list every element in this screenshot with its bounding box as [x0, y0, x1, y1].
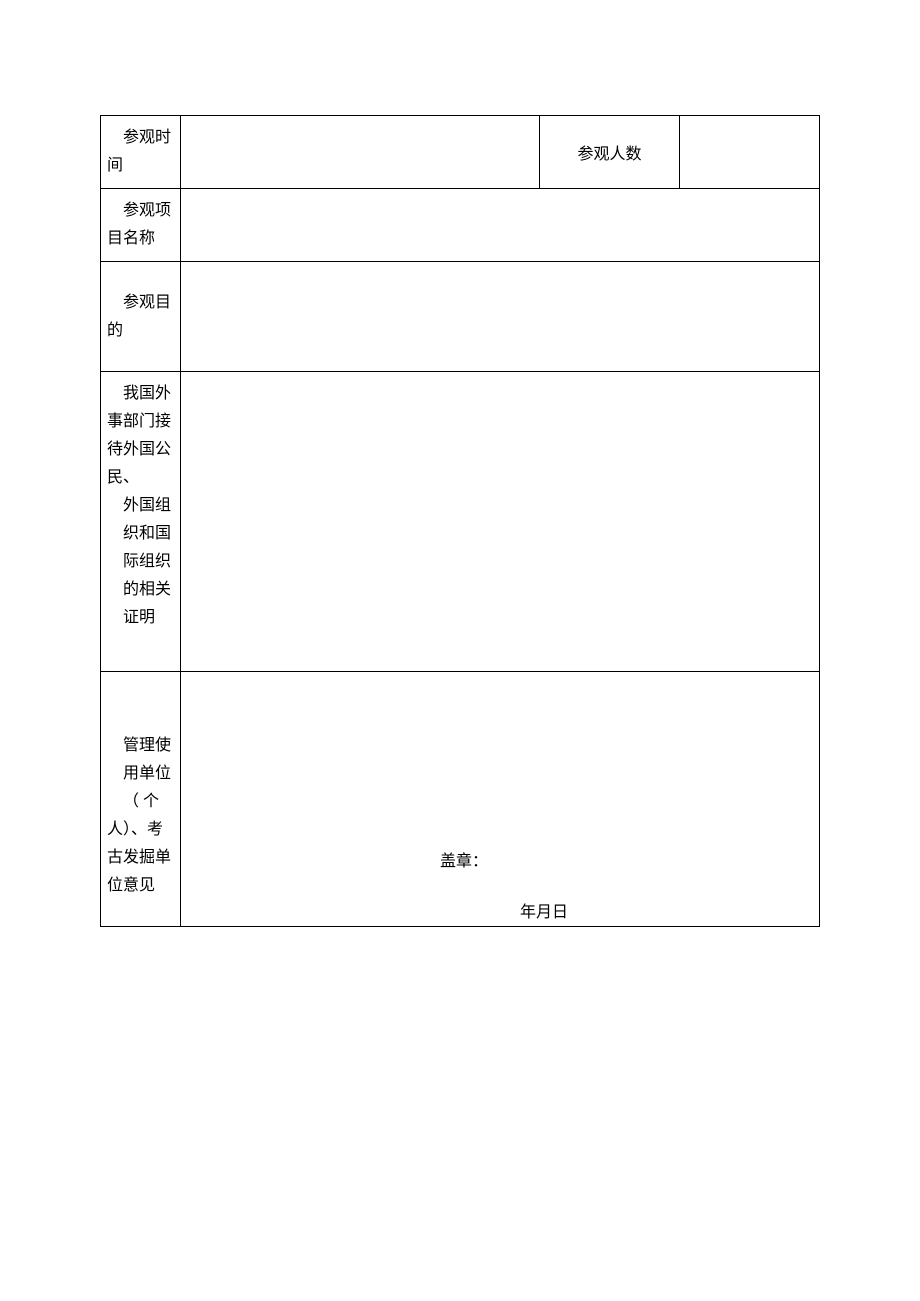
date-label: 年月日 — [520, 898, 568, 922]
label-text: 管理使 — [107, 732, 174, 760]
label-text: 民、 — [107, 464, 174, 492]
label-text: 待外国公 — [107, 436, 174, 464]
label-text: 的 — [107, 322, 123, 339]
label-text: 参观项 — [107, 197, 174, 225]
label-text: 位意见 — [107, 872, 174, 900]
label-text: 证明 — [107, 604, 174, 632]
label-text: 目名称 — [107, 230, 155, 247]
seal-label: 盖章： — [440, 847, 488, 871]
label-text: （ 个 — [107, 788, 174, 816]
opinion-label: 管理使 用单位 （ 个 人）、考 古发掘单 位意见 — [101, 672, 181, 927]
label-text: 用单位 — [107, 760, 174, 788]
label-text: 我国外 — [107, 380, 174, 408]
foreign-affairs-value[interactable] — [181, 372, 820, 672]
label-text: 外国组 — [107, 492, 174, 520]
project-name-value[interactable] — [181, 189, 820, 262]
label-text: 古发掘单 — [107, 844, 174, 872]
label-text: 间 — [107, 157, 123, 174]
label-text: 事部门接 — [107, 408, 174, 436]
visitor-count-value[interactable] — [680, 116, 820, 189]
application-form-table: 参观时 间 参观人数 参观项 目名称 参观目 的 我 — [100, 115, 820, 927]
label-text: 参观时 — [107, 124, 174, 152]
visit-time-label: 参观时 间 — [101, 116, 181, 189]
label-text: 人）、考 — [107, 816, 174, 844]
project-name-label: 参观项 目名称 — [101, 189, 181, 262]
foreign-affairs-label: 我国外 事部门接 待外国公 民、 外国组 织和国 际组织 的相关 证明 — [101, 372, 181, 672]
purpose-value[interactable] — [181, 262, 820, 372]
label-text: 织和国 — [107, 520, 174, 548]
label-text: 的相关 — [107, 576, 174, 604]
purpose-label: 参观目 的 — [101, 262, 181, 372]
opinion-value[interactable]: 盖章： 年月日 — [181, 672, 820, 927]
visit-time-value[interactable] — [181, 116, 540, 189]
label-text: 参观人数 — [577, 146, 641, 163]
label-text: 参观目 — [107, 289, 174, 317]
visitor-count-label: 参观人数 — [540, 116, 680, 189]
label-text: 际组织 — [107, 548, 174, 576]
